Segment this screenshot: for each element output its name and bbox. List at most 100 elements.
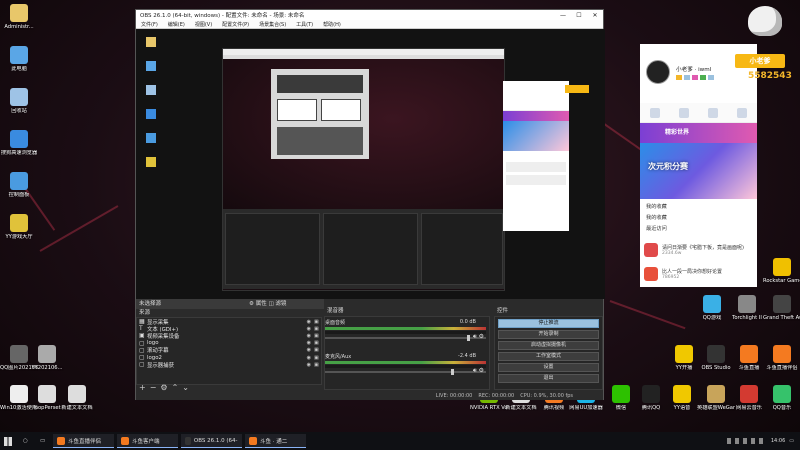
obs-window[interactable]: OBS 26.1.0 (64-bit, windows) - 配置文件: 未命名… [135, 9, 605, 400]
eye-icon[interactable]: ◉ [307, 362, 311, 368]
mixer-db-value: -2.4 dB [458, 353, 476, 359]
tray-icons[interactable] [726, 438, 767, 444]
props-bar: ⚙ 属性 ◫ 滤镜 [246, 299, 324, 309]
slider-handle[interactable] [451, 369, 454, 375]
obs-preview[interactable] [136, 29, 605, 299]
eye-icon[interactable]: ◉ [307, 319, 311, 325]
app-menu-item[interactable]: 我的收藏 [646, 213, 751, 224]
eye-icon[interactable]: ◉ [307, 333, 311, 339]
home-icon[interactable] [649, 107, 660, 118]
task-view-button[interactable]: ▭ [36, 434, 50, 448]
speaker-icon[interactable]: 🔊︎ ⚙ [473, 333, 484, 341]
desktop-icon-label: 控制面板 [8, 192, 30, 198]
control-button[interactable]: 工作室模式 [498, 352, 599, 361]
desktop-icon[interactable]: YY语音 [663, 385, 701, 411]
control-button[interactable]: 停止推流 [498, 319, 599, 328]
taskbar-app[interactable]: 斗鱼客户端 [117, 434, 178, 448]
filter-icon[interactable]: ◫ [268, 301, 273, 307]
desktop-icon[interactable]: QQ音乐 [763, 385, 800, 411]
lock-icon[interactable]: ▣ [314, 355, 321, 361]
desktop-icon[interactable]: 网易云音乐 [730, 385, 768, 411]
eye-icon[interactable]: ◉ [307, 355, 311, 361]
slider-handle[interactable] [467, 335, 470, 341]
user-icon[interactable] [708, 107, 719, 118]
desktop-icon[interactable]: 控制面板 [0, 172, 38, 198]
desktop-icon[interactable]: 新建文本文档 [58, 385, 96, 411]
obs-title: OBS 26.1.0 (64-bit, windows) - 配置文件: 未命名… [140, 13, 305, 19]
lock-icon[interactable]: ▣ [314, 362, 321, 368]
desktop-icon-label: QQ音乐 [772, 405, 792, 411]
source-row[interactable]: ▢ 显示器捕获 ◉ ▣ [137, 361, 321, 369]
desktop-icon[interactable]: QQ游戏 [693, 295, 731, 321]
menu-item[interactable]: 工具(T) [291, 21, 318, 28]
menu-item[interactable]: 帮助(H) [318, 21, 346, 28]
source-label: 显示器捕获 [147, 362, 174, 369]
control-button[interactable]: 启动虚拟摄像机 [498, 341, 599, 350]
desktop-icon[interactable]: YY游戏大厅 [0, 214, 38, 240]
mixer-panel: 桌面音频 0.0 dB 🔊︎ ⚙ 麦克风/Aux -2.4 dB 🔊︎ ⚙ [324, 316, 490, 390]
source-row[interactable]: ▣ 视频采集设备 ◉ ▣ [137, 332, 321, 340]
gear-icon[interactable]: ⚙ [249, 301, 254, 307]
app-menu-item[interactable]: 我的收藏 [646, 202, 751, 213]
source-type-icon: ▢ [139, 361, 145, 369]
lock-icon[interactable]: ▣ [314, 347, 321, 353]
eye-icon[interactable]: ◉ [307, 340, 311, 346]
desktop-icon[interactable]: 回收站 [0, 88, 38, 114]
desktop-icon[interactable]: 此电脑 [0, 46, 38, 72]
eye-icon[interactable]: ◉ [307, 347, 311, 353]
app-icon [773, 295, 791, 313]
menu-item[interactable]: 视图(V) [190, 21, 217, 28]
notification-icon[interactable]: ▭ [789, 438, 794, 444]
close-icon[interactable]: ✕ [587, 12, 603, 19]
control-button[interactable]: 退出 [498, 374, 599, 383]
mascot-logo [748, 6, 782, 36]
lock-icon[interactable]: ▣ [314, 319, 321, 325]
taskbar-app[interactable]: 斗鱼 · 通二 [245, 434, 306, 448]
sources-list[interactable]: ▦ 显示采集 ◉ ▣ T 文本 (GDI+) ◉ ▣ ▣ 视频采集设备 ◉ ▣ ▢ logo ◉ ▣ ▢ 滚动字幕… [136, 317, 322, 385]
source-row[interactable]: ▢ 滚动字幕 ◉ ▣ [137, 346, 321, 355]
promo-banner[interactable]: 精彩世界 [640, 123, 757, 143]
taskbar-app[interactable]: OBS 26.1.0 (64-bit, ... [181, 434, 242, 448]
promo-image[interactable]: 次元积分赛 [640, 143, 757, 199]
start-button[interactable] [0, 434, 16, 448]
app-menu-item[interactable]: 最近访问 [646, 224, 751, 235]
source-type-icon: ▢ [139, 346, 145, 354]
desktop-icon[interactable]: Rockstar Games... [763, 258, 800, 284]
app-icon [773, 385, 791, 403]
control-button[interactable]: 开始录制 [498, 330, 599, 339]
filters-button[interactable]: 滤镜 [275, 301, 286, 307]
lock-icon[interactable]: ▣ [314, 340, 321, 346]
menu-item[interactable]: 编辑(E) [163, 21, 190, 28]
search-button[interactable]: ○ [19, 434, 33, 448]
game-row[interactable]: 请问日渐要《宅腊下板，竟是画面呢) 2334.6w [640, 238, 757, 262]
minimize-icon[interactable]: — [555, 12, 571, 19]
desktop-icon[interactable]: Torchlight II [728, 295, 766, 321]
lock-icon[interactable]: ▣ [314, 326, 321, 332]
volume-slider[interactable] [325, 369, 486, 375]
menu-item[interactable]: 场景集合(S) [254, 21, 291, 28]
desktop-icon[interactable]: 斗鱼直播伴侣 [763, 345, 800, 371]
lock-icon[interactable]: ▣ [314, 333, 321, 339]
clock[interactable]: 14:06 [771, 438, 785, 444]
desktop-icon[interactable]: 搜狗高速浏览器 [0, 130, 38, 156]
game-row[interactable]: 比人一段一局决你想好论置 786952 [640, 262, 757, 286]
desktop-icon[interactable]: Administr... [0, 4, 38, 30]
message-icon[interactable] [737, 107, 748, 118]
menu-item[interactable]: 配置文件(P) [217, 21, 254, 28]
game-title: 请问日渐要《宅腊下板，竟是画面呢) [662, 245, 744, 251]
obs-titlebar[interactable]: OBS 26.1.0 (64-bit, windows) - 配置文件: 未命名… [136, 10, 603, 20]
menu-item[interactable]: 文件(F) [136, 21, 163, 28]
speaker-icon[interactable]: 🔊︎ ⚙ [473, 367, 484, 375]
desktop-icon[interactable]: Grand Theft Auto V [763, 295, 800, 321]
douyu-app-window[interactable]: 小老爹 · iwml 精彩世界 次元积分赛 我的收藏 我的收藏 最近访问 请问日渐要… [640, 44, 757, 287]
control-button[interactable]: 设置 [498, 363, 599, 372]
taskbar-app[interactable]: 斗鱼直播伴侣 [53, 434, 114, 448]
eye-icon[interactable]: ◉ [307, 326, 311, 332]
desktop-icon[interactable]: YY202106... [28, 345, 66, 371]
maximize-icon[interactable]: ☐ [571, 12, 587, 19]
props-button[interactable]: 属性 [256, 301, 267, 307]
mixer-channel-name: 麦克风/Aux [325, 354, 352, 360]
volume-slider[interactable] [325, 335, 486, 341]
bookmark-icon[interactable] [678, 107, 689, 118]
avatar[interactable] [646, 60, 670, 84]
